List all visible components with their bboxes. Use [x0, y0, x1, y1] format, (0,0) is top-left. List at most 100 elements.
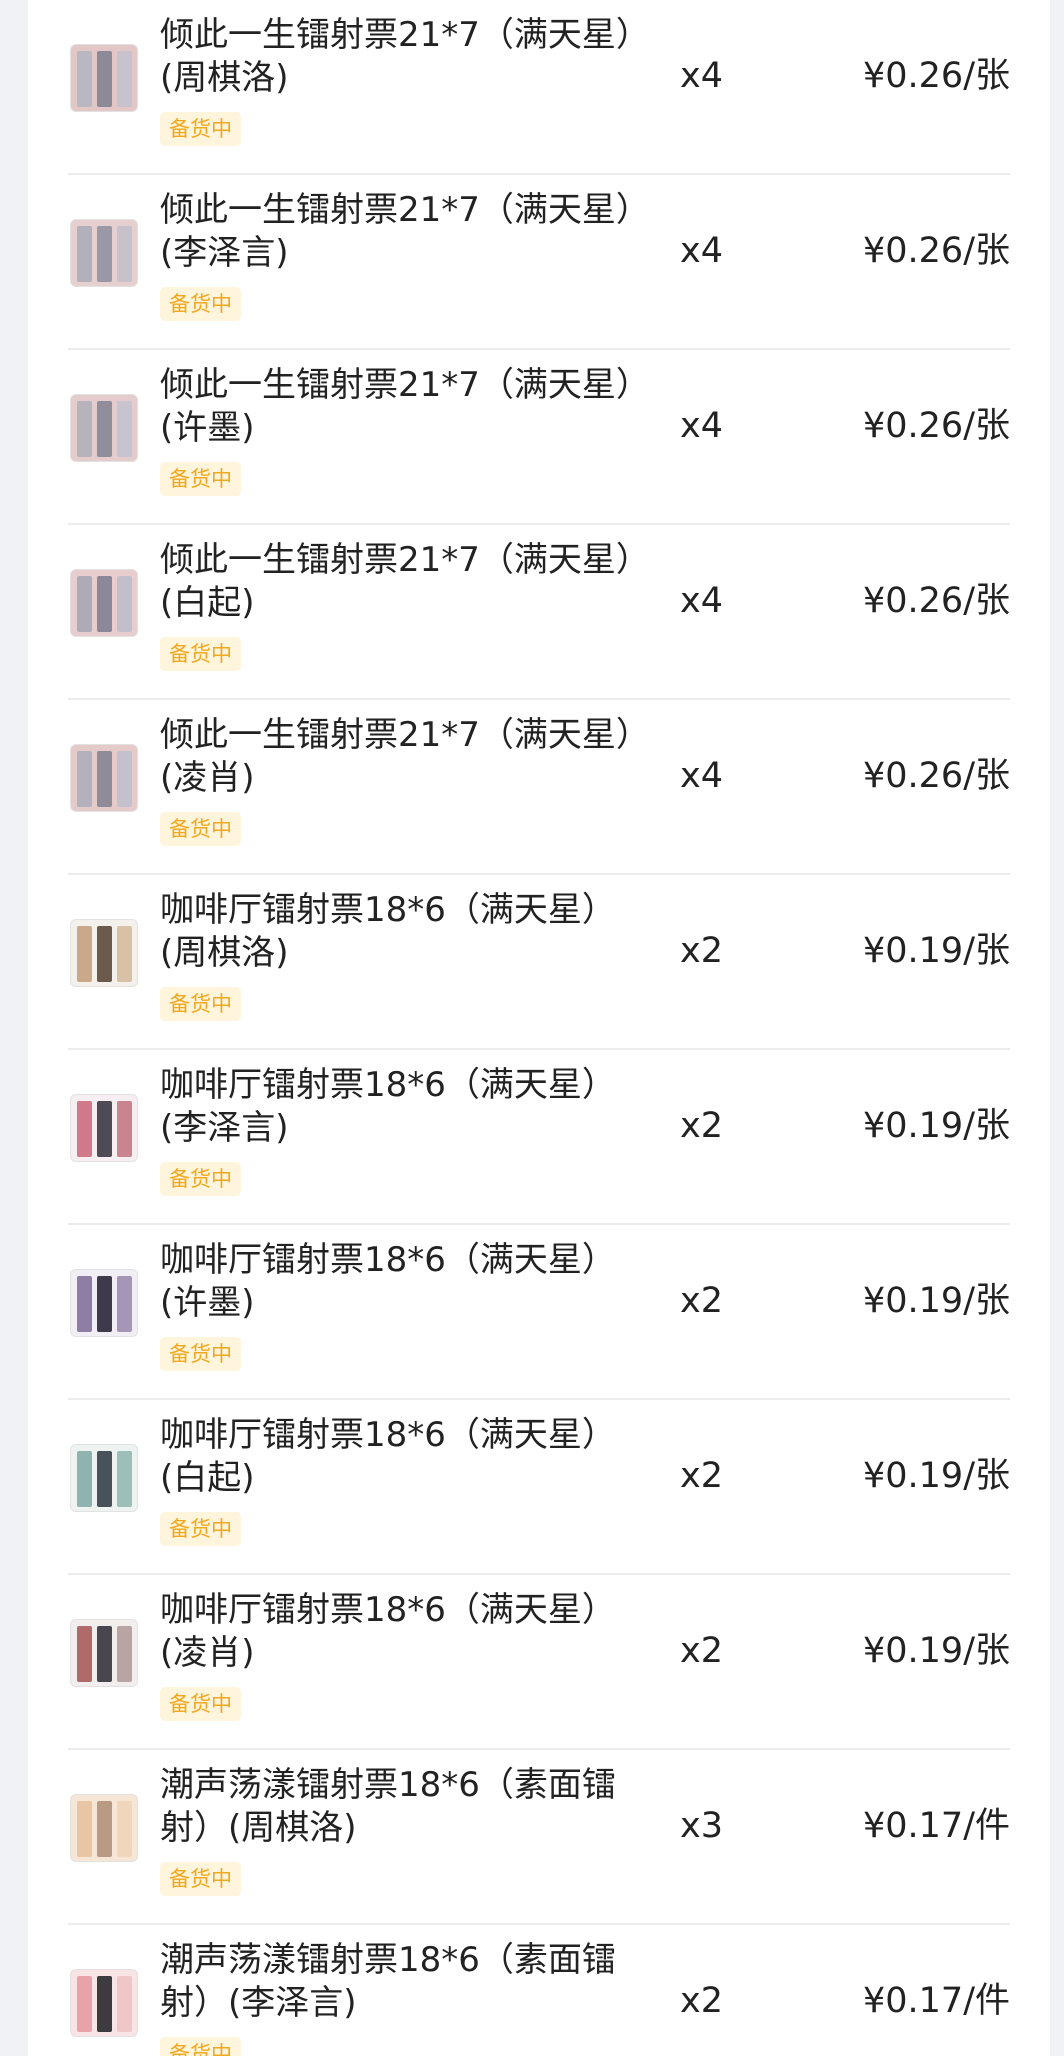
thumbnail-ticket-strip: [77, 401, 92, 457]
unit-price-label: ¥0.26/张: [863, 56, 1010, 96]
order-item-row[interactable]: 倾此一生镭射票21*7（满天星）(许墨) 备货中 x4 ¥0.26/张: [68, 350, 1010, 525]
thumbnail-ticket-strip: [117, 1276, 132, 1332]
unit-price-label: ¥0.26/张: [863, 231, 1010, 271]
product-thumbnail[interactable]: [70, 1094, 138, 1162]
product-title[interactable]: 倾此一生镭射票21*7（满天星）(白起): [160, 539, 660, 625]
quantity-label: x4: [680, 406, 723, 446]
status-badge: 备货中: [160, 1687, 241, 1721]
unit-price-label: ¥0.19/张: [863, 1456, 1010, 1496]
thumbnail-ticket-strip: [97, 401, 112, 457]
product-thumbnail[interactable]: [70, 1269, 138, 1337]
thumbnail-ticket-strip: [97, 1626, 112, 1682]
thumbnail-ticket-strip: [97, 576, 112, 632]
thumbnail-ticket-strip: [97, 1976, 112, 2032]
quantity-label: x2: [680, 1631, 723, 1671]
thumbnail-ticket-strip: [97, 51, 112, 107]
product-thumbnail[interactable]: [70, 1794, 138, 1862]
product-thumbnail[interactable]: [70, 569, 138, 637]
thumbnail-ticket-strip: [117, 1626, 132, 1682]
order-item-row[interactable]: 咖啡厅镭射票18*6（满天星）(凌肖) 备货中 x2 ¥0.19/张: [68, 1575, 1010, 1750]
thumbnail-ticket-strip: [77, 926, 92, 982]
quantity-label: x2: [680, 931, 723, 971]
thumbnail-ticket-strip: [117, 401, 132, 457]
product-thumbnail[interactable]: [70, 219, 138, 287]
thumbnail-ticket-strip: [97, 1451, 112, 1507]
thumbnail-ticket-strip: [97, 1276, 112, 1332]
status-badge: 备货中: [160, 637, 241, 671]
order-item-row[interactable]: 倾此一生镭射票21*7（满天星）(白起) 备货中 x4 ¥0.26/张: [68, 525, 1010, 700]
thumbnail-ticket-strip: [77, 1626, 92, 1682]
thumbnail-ticket-strip: [77, 576, 92, 632]
thumbnail-ticket-strip: [97, 1801, 112, 1857]
thumbnail-ticket-strip: [77, 751, 92, 807]
product-title[interactable]: 咖啡厅镭射票18*6（满天星）(凌肖): [160, 1589, 660, 1675]
order-item-row[interactable]: 咖啡厅镭射票18*6（满天星）(许墨) 备货中 x2 ¥0.19/张: [68, 1225, 1010, 1400]
thumbnail-ticket-strip: [117, 576, 132, 632]
thumbnail-ticket-strip: [77, 1276, 92, 1332]
product-thumbnail[interactable]: [70, 1619, 138, 1687]
order-item-row[interactable]: 潮声荡漾镭射票18*6（素面镭射）(周棋洛) 备货中 x3 ¥0.17/件: [68, 1750, 1010, 1925]
thumbnail-ticket-strip: [77, 226, 92, 282]
thumbnail-ticket-strip: [117, 1801, 132, 1857]
product-thumbnail[interactable]: [70, 919, 138, 987]
product-title[interactable]: 倾此一生镭射票21*7（满天星）(李泽言): [160, 189, 660, 275]
product-thumbnail[interactable]: [70, 744, 138, 812]
unit-price-label: ¥0.26/张: [863, 756, 1010, 796]
thumbnail-ticket-strip: [97, 1101, 112, 1157]
product-title[interactable]: 潮声荡漾镭射票18*6（素面镭射）(周棋洛): [160, 1764, 660, 1850]
order-item-row[interactable]: 倾此一生镭射票21*7（满天星）(李泽言) 备货中 x4 ¥0.26/张: [68, 175, 1010, 350]
unit-price-label: ¥0.26/张: [863, 406, 1010, 446]
thumbnail-ticket-strip: [97, 226, 112, 282]
status-badge: 备货中: [160, 812, 241, 846]
product-thumbnail[interactable]: [70, 1969, 138, 2037]
status-badge: 备货中: [160, 462, 241, 496]
unit-price-label: ¥0.26/张: [863, 581, 1010, 621]
product-title[interactable]: 咖啡厅镭射票18*6（满天星）(许墨): [160, 1239, 660, 1325]
order-item-row[interactable]: 咖啡厅镭射票18*6（满天星）(李泽言) 备货中 x2 ¥0.19/张: [68, 1050, 1010, 1225]
thumbnail-ticket-strip: [117, 926, 132, 982]
order-items-card: 倾此一生镭射票21*7（满天星）(周棋洛) 备货中 x4 ¥0.26/张 倾此一生镭射票…: [28, 0, 1050, 2056]
order-item-row[interactable]: 咖啡厅镭射票18*6（满天星）(周棋洛) 备货中 x2 ¥0.19/张: [68, 875, 1010, 1050]
product-title[interactable]: 咖啡厅镭射票18*6（满天星）(李泽言): [160, 1064, 660, 1150]
product-title[interactable]: 倾此一生镭射票21*7（满天星）(许墨): [160, 364, 660, 450]
quantity-label: x2: [680, 1981, 723, 2021]
status-badge: 备货中: [160, 1337, 241, 1371]
thumbnail-ticket-strip: [97, 751, 112, 807]
order-item-row[interactable]: 倾此一生镭射票21*7（满天星）(凌肖) 备货中 x4 ¥0.26/张: [68, 700, 1010, 875]
thumbnail-ticket-strip: [117, 51, 132, 107]
product-thumbnail[interactable]: [70, 44, 138, 112]
product-title[interactable]: 倾此一生镭射票21*7（满天星）(凌肖): [160, 714, 660, 800]
thumbnail-ticket-strip: [117, 1451, 132, 1507]
status-badge: 备货中: [160, 987, 241, 1021]
thumbnail-ticket-strip: [77, 51, 92, 107]
quantity-label: x2: [680, 1106, 723, 1146]
unit-price-label: ¥0.19/张: [863, 1631, 1010, 1671]
thumbnail-ticket-strip: [117, 1976, 132, 2032]
status-badge: 备货中: [160, 1162, 241, 1196]
order-item-row[interactable]: 咖啡厅镭射票18*6（满天星）(白起) 备货中 x2 ¥0.19/张: [68, 1400, 1010, 1575]
quantity-label: x2: [680, 1456, 723, 1496]
status-badge: 备货中: [160, 2037, 241, 2056]
quantity-label: x4: [680, 581, 723, 621]
quantity-label: x2: [680, 1281, 723, 1321]
product-thumbnail[interactable]: [70, 394, 138, 462]
unit-price-label: ¥0.19/张: [863, 1281, 1010, 1321]
quantity-label: x4: [680, 231, 723, 271]
thumbnail-ticket-strip: [117, 1101, 132, 1157]
status-badge: 备货中: [160, 1512, 241, 1546]
thumbnail-ticket-strip: [77, 1101, 92, 1157]
status-badge: 备货中: [160, 1862, 241, 1896]
status-badge: 备货中: [160, 287, 241, 321]
product-title[interactable]: 倾此一生镭射票21*7（满天星）(周棋洛): [160, 14, 660, 100]
thumbnail-ticket-strip: [117, 751, 132, 807]
thumbnail-ticket-strip: [117, 226, 132, 282]
order-item-row[interactable]: 倾此一生镭射票21*7（满天星）(周棋洛) 备货中 x4 ¥0.26/张: [68, 0, 1010, 175]
product-title[interactable]: 潮声荡漾镭射票18*6（素面镭射）(李泽言): [160, 1939, 660, 2025]
order-item-row[interactable]: 潮声荡漾镭射票18*6（素面镭射）(李泽言) 备货中 x2 ¥0.17/件: [68, 1925, 1010, 2056]
quantity-label: x4: [680, 756, 723, 796]
thumbnail-ticket-strip: [77, 1801, 92, 1857]
product-thumbnail[interactable]: [70, 1444, 138, 1512]
product-title[interactable]: 咖啡厅镭射票18*6（满天星）(白起): [160, 1414, 660, 1500]
unit-price-label: ¥0.17/件: [863, 1806, 1010, 1846]
product-title[interactable]: 咖啡厅镭射票18*6（满天星）(周棋洛): [160, 889, 660, 975]
